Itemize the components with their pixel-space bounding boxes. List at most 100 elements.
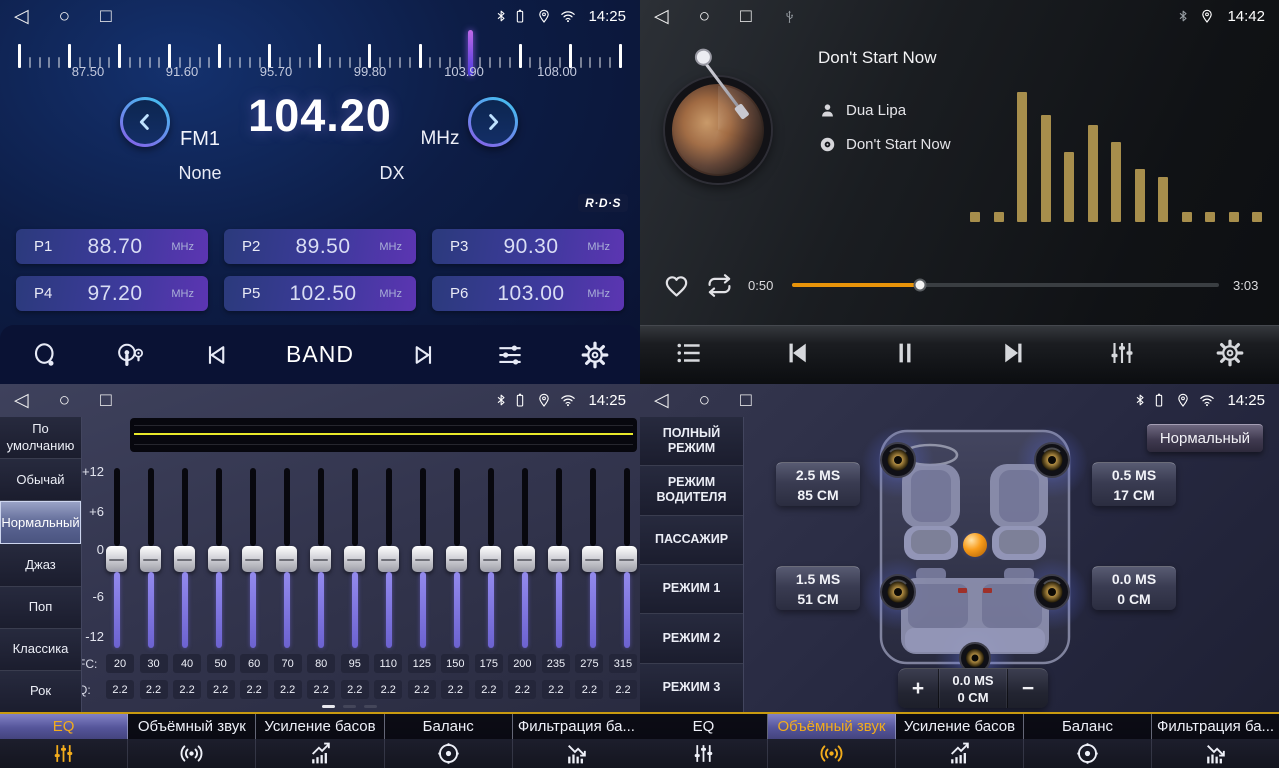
mode-3[interactable]: РЕЖИМ 1 [640, 565, 743, 614]
eq-band-slider[interactable] [310, 468, 331, 648]
eq-preset-2[interactable]: Нормальный [0, 501, 81, 544]
slider-knob[interactable] [310, 546, 331, 572]
mode-5[interactable]: РЕЖИМ 3 [640, 664, 743, 712]
surround-sound-icon[interactable] [768, 739, 896, 768]
band-button[interactable]: BAND [286, 341, 354, 368]
nav-back-icon[interactable]: ◁ [14, 7, 29, 26]
pause-button[interactable] [890, 338, 920, 373]
eq-preset-0[interactable]: По умолчанию [0, 417, 81, 459]
eq-band-slider[interactable] [174, 468, 195, 648]
tab-bass-boost[interactable]: Усиление басов [896, 714, 1024, 739]
favorite-button[interactable] [662, 271, 691, 300]
nav-back-icon[interactable]: ◁ [654, 391, 669, 410]
tab-bass-boost[interactable]: Усиление басов [256, 714, 384, 739]
eq-band-slider[interactable] [378, 468, 399, 648]
slider-knob[interactable] [480, 546, 501, 572]
nav-home-icon[interactable]: ○ [59, 391, 70, 410]
eq-band-slider[interactable] [616, 468, 637, 648]
preset-P3[interactable]: P390.30MHz [432, 229, 624, 264]
eq-preset-3[interactable]: Джаз [0, 544, 81, 586]
eq-sliders-icon[interactable] [640, 739, 768, 768]
tune-down-button[interactable] [120, 97, 170, 147]
eq-band-slider[interactable] [106, 468, 127, 648]
tab-surround-sound[interactable]: Объёмный звук [768, 714, 896, 739]
mode-1[interactable]: РЕЖИМ ВОДИТЕЛЯ [640, 466, 743, 515]
slider-knob[interactable] [548, 546, 569, 572]
tune-up-button[interactable] [468, 97, 518, 147]
eq-band-slider[interactable] [412, 468, 433, 648]
slider-knob[interactable] [106, 546, 127, 572]
nav-home-icon[interactable]: ○ [699, 7, 710, 26]
slider-knob[interactable] [514, 546, 535, 572]
bass-boost-icon[interactable] [896, 739, 1024, 768]
playlist-button[interactable] [674, 338, 704, 373]
preset-P2[interactable]: P289.50MHz [224, 229, 416, 264]
tab-eq[interactable]: EQ [640, 714, 768, 739]
eq-band-slider[interactable] [140, 468, 161, 648]
tab-surround-sound[interactable]: Объёмный звук [128, 714, 256, 739]
nav-back-icon[interactable]: ◁ [654, 7, 669, 26]
settings-button[interactable] [1215, 338, 1245, 373]
nav-home-icon[interactable]: ○ [699, 391, 710, 410]
eq-preset-6[interactable]: Рок [0, 671, 81, 712]
surround-sound-icon[interactable] [128, 739, 256, 768]
mode-0[interactable]: ПОЛНЫЙ РЕЖИМ [640, 417, 743, 466]
preset-P4[interactable]: P497.20MHz [16, 276, 208, 311]
mode-2[interactable]: ПАССАЖИР [640, 516, 743, 565]
preset-P1[interactable]: P188.70MHz [16, 229, 208, 264]
slider-knob[interactable] [208, 546, 229, 572]
eq-band-slider[interactable] [480, 468, 501, 648]
previous-track-button[interactable] [782, 338, 812, 373]
next-track-button[interactable] [999, 338, 1029, 373]
decrease-delay-button[interactable]: − [1008, 669, 1048, 708]
balance-icon[interactable] [385, 739, 513, 768]
slider-knob[interactable] [174, 546, 195, 572]
nav-recents-icon[interactable]: □ [740, 7, 751, 26]
slider-knob[interactable] [276, 546, 297, 572]
slider-knob[interactable] [378, 546, 399, 572]
seek-down-button[interactable] [201, 340, 231, 370]
slider-knob[interactable] [242, 546, 263, 572]
tab-subwoofer-filter[interactable]: Фильтрация ба... [513, 714, 640, 739]
nav-home-icon[interactable]: ○ [59, 7, 70, 26]
settings-button[interactable] [580, 340, 610, 370]
eq-shortcut-button[interactable] [495, 340, 525, 370]
progress-knob[interactable] [914, 279, 927, 292]
subwoofer-filter-icon[interactable] [1152, 739, 1279, 768]
tab-eq[interactable]: EQ [0, 714, 128, 739]
nav-recents-icon[interactable]: □ [740, 391, 751, 410]
eq-band-slider[interactable] [548, 468, 569, 648]
slider-knob[interactable] [344, 546, 365, 572]
seek-up-button[interactable] [409, 340, 439, 370]
nav-recents-icon[interactable]: □ [100, 7, 111, 26]
sound-profile-button[interactable]: Нормальный [1147, 424, 1263, 452]
eq-preset-1[interactable]: Обычай [0, 459, 81, 501]
slider-knob[interactable] [616, 546, 637, 572]
scan-button[interactable] [30, 340, 60, 370]
subwoofer-filter-icon[interactable] [513, 739, 640, 768]
repeat-button[interactable] [705, 271, 734, 300]
nav-back-icon[interactable]: ◁ [14, 391, 29, 410]
eq-band-slider[interactable] [276, 468, 297, 648]
eq-band-slider[interactable] [208, 468, 229, 648]
audio-settings-button[interactable] [1107, 338, 1137, 373]
listening-position-ball[interactable] [963, 533, 987, 557]
slider-knob[interactable] [446, 546, 467, 572]
seek-bar[interactable] [792, 283, 1219, 287]
eq-preset-4[interactable]: Поп [0, 587, 81, 629]
eq-preset-5[interactable]: Классика [0, 629, 81, 671]
tab-subwoofer-filter[interactable]: Фильтрация ба... [1152, 714, 1279, 739]
slider-knob[interactable] [412, 546, 433, 572]
eq-sliders-icon[interactable] [0, 739, 128, 768]
nav-recents-icon[interactable]: □ [100, 391, 111, 410]
eq-band-slider[interactable] [242, 468, 263, 648]
eq-band-slider[interactable] [446, 468, 467, 648]
slider-knob[interactable] [582, 546, 603, 572]
bass-boost-icon[interactable] [256, 739, 384, 768]
eq-band-slider[interactable] [514, 468, 535, 648]
tab-balance[interactable]: Баланс [385, 714, 513, 739]
preset-P5[interactable]: P5102.50MHz [224, 276, 416, 311]
tab-balance[interactable]: Баланс [1024, 714, 1152, 739]
preset-P6[interactable]: P6103.00MHz [432, 276, 624, 311]
eq-band-slider[interactable] [344, 468, 365, 648]
